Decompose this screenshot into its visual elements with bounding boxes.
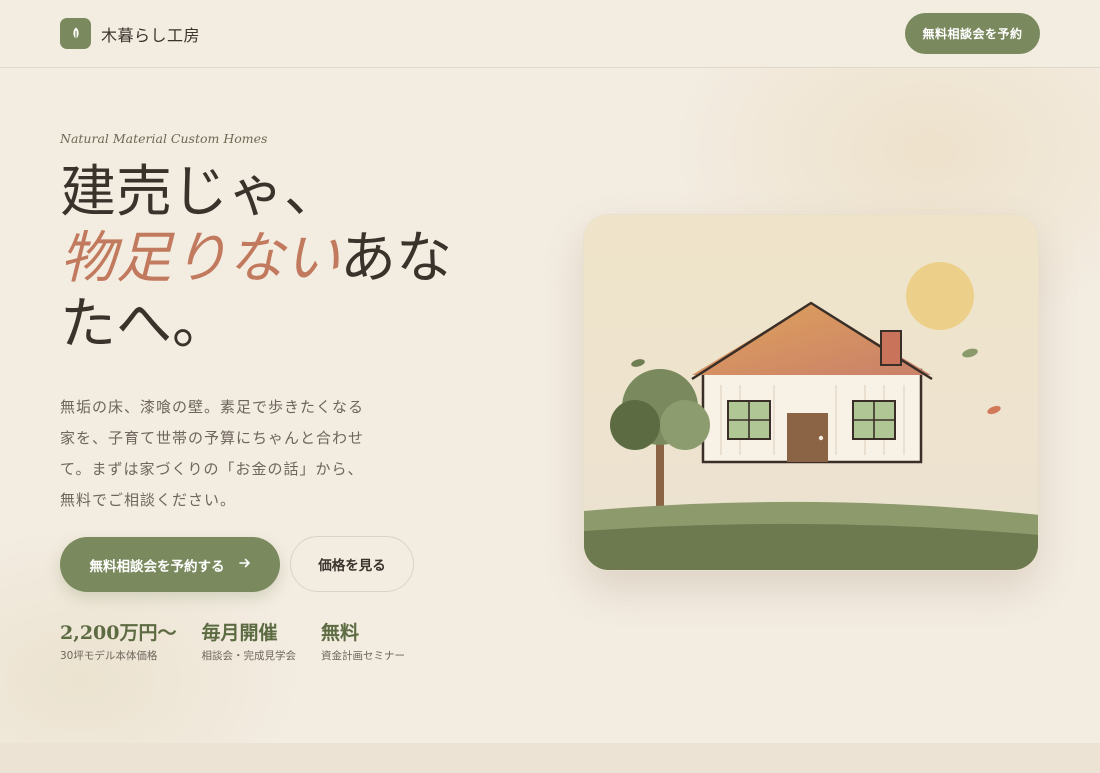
headline-line-3: たへ。: [60, 292, 228, 357]
stats-row: 2,200万円〜 30坪モデル本体価格 毎月開催 相談会・完成見学会 無料 資金…: [60, 618, 405, 663]
headline-line-2-rest: あな: [340, 226, 452, 291]
stat-value: 2,200万円〜: [60, 622, 177, 644]
stat-label: 30坪モデル本体価格: [60, 650, 158, 662]
view-price-button[interactable]: 価格を見る: [290, 536, 414, 592]
stat-item: 無料 資金計画セミナー: [321, 618, 405, 663]
site-header: 木暮らし工房 無料相談会を予約: [0, 0, 1100, 68]
stat-item: 2,200万円〜 30坪モデル本体価格: [60, 618, 177, 663]
headline-accent: 物足りない: [60, 226, 340, 291]
arrow-right-icon: [238, 557, 251, 573]
reserve-consultation-button[interactable]: 無料相談会を予約する: [60, 537, 280, 592]
hero-lead: 無垢の床、漆喰の壁。素足で歩きたくなる家を、子育て世帯の予算にちゃんと合わせて。…: [60, 398, 365, 509]
house-illustration: [583, 214, 1039, 571]
header-reserve-button[interactable]: 無料相談会を予約: [905, 13, 1040, 54]
stat-item: 毎月開催 相談会・完成見学会: [202, 618, 297, 663]
next-section-edge: [0, 743, 1100, 773]
stat-value: 毎月開催: [201, 622, 278, 644]
brand-logo[interactable]: 木暮らし工房: [60, 18, 200, 49]
headline-line-1: 建売じゃ、: [60, 160, 340, 225]
sun-icon: [906, 262, 974, 330]
stat-label: 相談会・完成見学会: [201, 650, 297, 662]
leaf-icon: [60, 18, 91, 49]
hero-headline: 建売じゃ、 物足りないあな たへ。: [60, 160, 530, 358]
stat-label: 資金計画セミナー: [321, 650, 405, 662]
hero-eyebrow: Natural Material Custom Homes: [60, 131, 268, 146]
stat-value: 無料: [321, 622, 360, 644]
reserve-button-label: 無料相談会を予約する: [89, 558, 225, 575]
brand-name: 木暮らし工房: [101, 25, 201, 45]
